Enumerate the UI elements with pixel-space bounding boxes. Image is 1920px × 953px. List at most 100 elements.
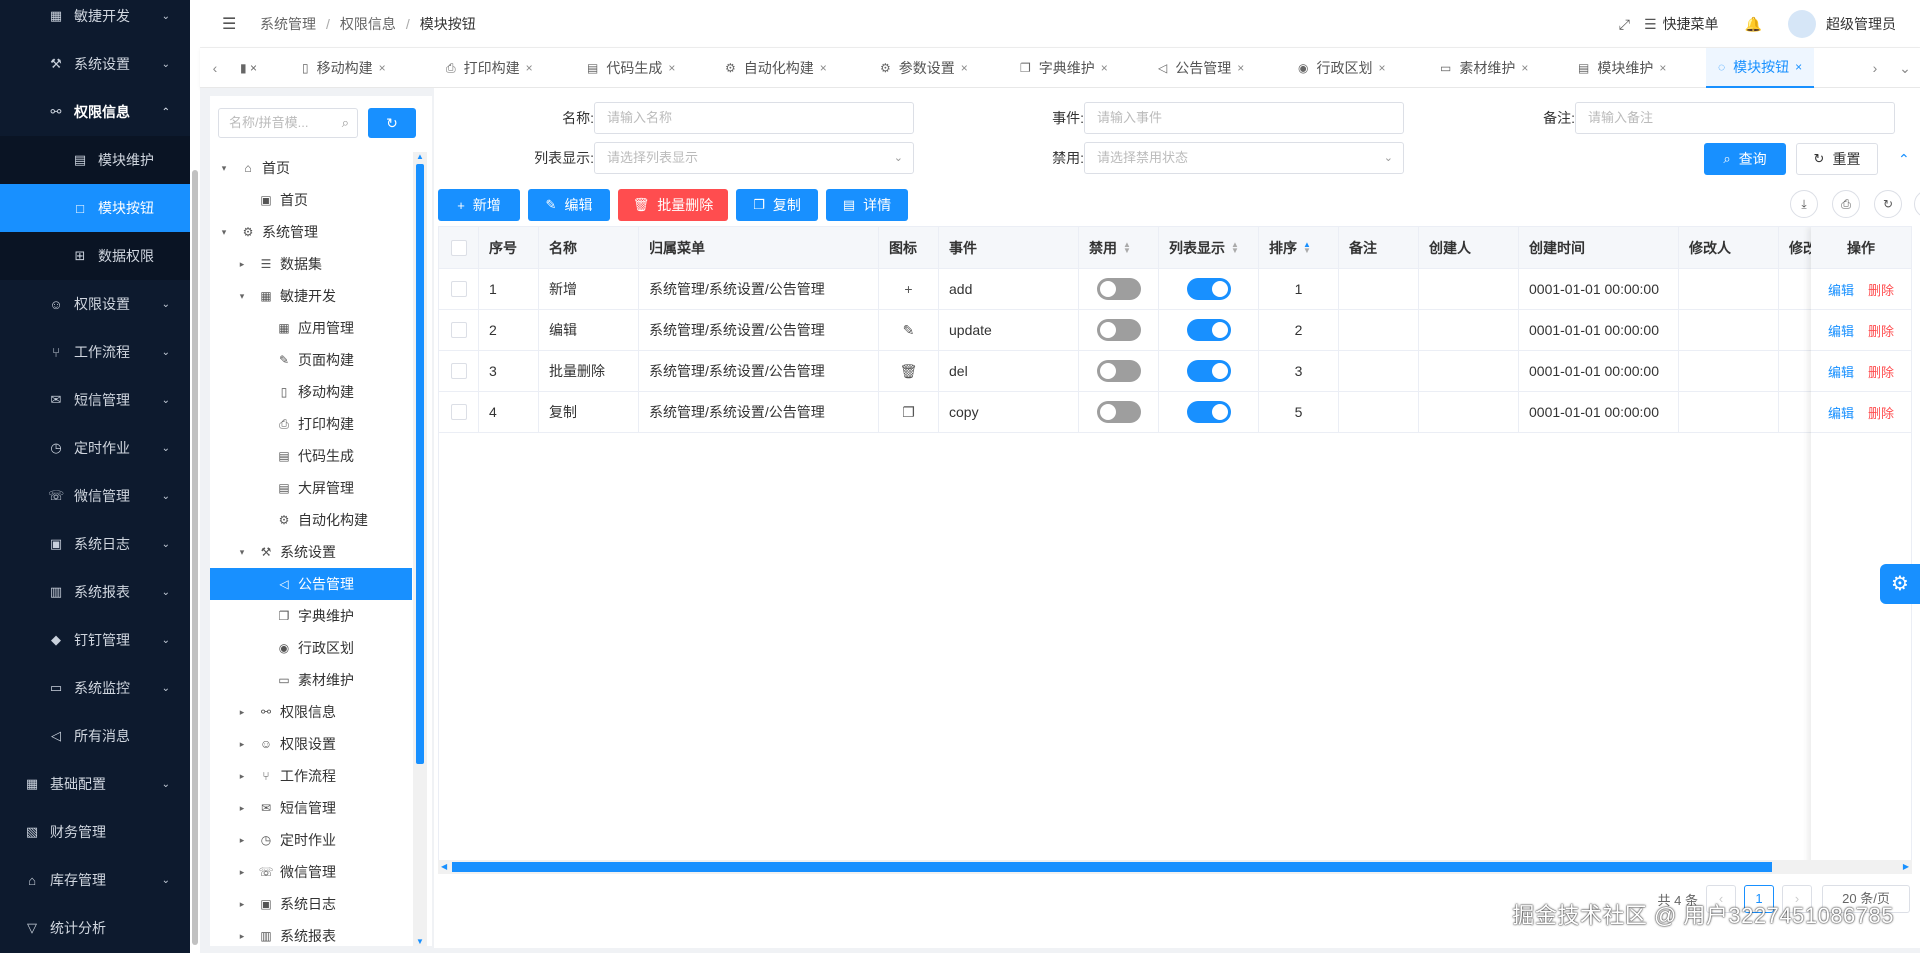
sidebar-item[interactable]: ◁ 所有消息 (0, 712, 190, 760)
menu-fold-icon[interactable]: ☰ (222, 14, 242, 34)
disable-switch[interactable] (1096, 360, 1141, 382)
sort-icon[interactable]: ▲ ▼ (1123, 240, 1131, 254)
tree-node[interactable]: ▾ ⚒ 系统设置 (210, 536, 412, 568)
sidebar-item[interactable]: ▧ 财务管理 (0, 808, 190, 856)
close-icon[interactable]: × (1659, 61, 1666, 75)
table-header-cell[interactable]: 创建时间 (1519, 227, 1679, 268)
sidebar-item[interactable]: ▤ 模块维护 (0, 136, 190, 184)
tab-item[interactable]: ⚙ 自动化构建 × (725, 48, 827, 88)
tab-item[interactable]: ▤ 代码生成 × (587, 48, 675, 88)
close-icon[interactable]: × (1378, 61, 1385, 75)
table-row[interactable]: 4 复制 系统管理/系统设置/公告管理 ❐ copy 5 0001-01-01 00:00:… (439, 392, 1911, 433)
tab-partial[interactable]: ▮ × (240, 48, 257, 88)
query-button[interactable]: ⌕ 查询 (1704, 143, 1786, 175)
sidebar-item[interactable]: □ 模块按钮 (0, 184, 190, 232)
listshow-select[interactable]: 请选择列表显示 ⌄ (594, 142, 914, 174)
tree-search-input[interactable]: 名称/拼音模... ⌕ (218, 108, 358, 138)
tree-node[interactable]: ▾ ⌂ 首页 (210, 152, 412, 184)
table-header-cell[interactable]: 归属菜单 (639, 227, 879, 268)
checkbox[interactable] (450, 281, 467, 297)
disable-select[interactable]: 请选择禁用状态 ⌄ (1084, 142, 1404, 174)
caret-icon[interactable]: ▸ (236, 259, 248, 270)
table-header-cell[interactable]: 备注 (1339, 227, 1419, 268)
table-header-cell[interactable]: 排序 ▲ ▼ (1259, 227, 1339, 268)
sidebar-item[interactable]: ⑂ 工作流程 ⌄ (0, 328, 190, 376)
tree-node[interactable]: ▸ ☺ 权限设置 (210, 728, 412, 760)
sidebar-item[interactable]: ▦ 敏捷开发 ⌄ (0, 0, 190, 40)
caret-icon[interactable]: ▾ (218, 227, 230, 238)
sidebar-item[interactable]: ◷ 定时作业 ⌄ (0, 424, 190, 472)
download-icon[interactable]: ⤓ (1790, 190, 1818, 218)
caret-icon[interactable]: ▸ (236, 899, 248, 910)
tab-item[interactable]: ❐ 字典维护 × (1020, 48, 1108, 88)
table-header-cell[interactable]: 创建人 (1419, 227, 1519, 268)
tree-node[interactable]: ▸ ▥ 系统报表 (210, 920, 412, 942)
tab-item[interactable]: ⎙ 打印构建 × (446, 48, 533, 88)
close-icon[interactable]: × (379, 61, 386, 75)
caret-icon[interactable]: ▸ (236, 707, 248, 718)
tab-item[interactable]: ▯ 移动构建 × (302, 48, 386, 88)
row-delete-link[interactable]: 删除 (1868, 362, 1894, 381)
caret-icon[interactable]: ▸ (236, 867, 248, 878)
tree-node[interactable]: ❐ 字典维护 (210, 600, 412, 632)
close-icon[interactable]: × (1101, 61, 1108, 75)
remark-input[interactable]: 请输入备注 (1575, 102, 1895, 134)
disable-switch[interactable] (1096, 319, 1141, 341)
table-header-cell[interactable]: 列表显示 ▲ ▼ (1159, 227, 1259, 268)
sidebar-item[interactable]: ◆ 钉钉管理 ⌄ (0, 616, 190, 664)
tree-node[interactable]: ▾ ⚙ 系统管理 (210, 216, 412, 248)
row-select[interactable] (439, 310, 479, 350)
tree-node[interactable]: ▸ ◷ 定时作业 (210, 824, 412, 856)
close-icon[interactable]: × (961, 61, 968, 75)
close-icon[interactable]: × (820, 61, 827, 75)
row-edit-link[interactable]: 编辑 (1828, 362, 1854, 381)
row-delete-link[interactable]: 删除 (1868, 280, 1894, 299)
breadcrumb-item[interactable]: 系统管理 (260, 14, 316, 34)
table-header-cell[interactable]: 序号 (479, 227, 539, 268)
tabs-dropdown-icon[interactable]: ⌄ (1890, 48, 1920, 88)
sidebar-item[interactable]: ⚯ 权限信息 ⌃ (0, 88, 190, 136)
table-header-cell[interactable]: 名称 (539, 227, 639, 268)
tree-node[interactable]: ▾ ▦ 敏捷开发 (210, 280, 412, 312)
checkbox[interactable] (450, 239, 467, 256)
tree-node[interactable]: ⎙ 打印构建 (210, 408, 412, 440)
table-header-cell[interactable]: 禁用 ▲ ▼ (1079, 227, 1159, 268)
tab-item[interactable]: ▤ 模块维护 × (1578, 48, 1666, 88)
breadcrumb-item[interactable]: 权限信息 (340, 14, 396, 34)
row-delete-link[interactable]: 删除 (1868, 403, 1894, 422)
quick-menu-button[interactable]: ☰ 快捷菜单 (1644, 14, 1719, 34)
close-icon[interactable]: × (668, 61, 675, 75)
tree-node[interactable]: ▸ ☰ 数据集 (210, 248, 412, 280)
caret-icon[interactable]: ▸ (236, 739, 248, 750)
printer-icon[interactable]: ⎙ (1832, 190, 1860, 218)
sidebar-item[interactable]: ▭ 系统监控 ⌄ (0, 664, 190, 712)
bell-icon[interactable]: 🔔 (1745, 16, 1762, 33)
tab-item[interactable]: ▭ 素材维护 × (1440, 48, 1528, 88)
tree-node[interactable]: ▤ 代码生成 (210, 440, 412, 472)
listshow-switch[interactable] (1186, 278, 1231, 300)
tree-node[interactable]: ▭ 素材维护 (210, 664, 412, 696)
row-select[interactable] (439, 392, 479, 432)
table-header-cell[interactable]: 事件 (939, 227, 1079, 268)
copy-button[interactable]: ❐ 复制 (736, 189, 818, 221)
table-header-cell[interactable]: 修改人 (1679, 227, 1779, 268)
settings-gear-icon[interactable]: ⚙ (1880, 564, 1920, 604)
checkbox[interactable] (450, 322, 467, 338)
tree-node[interactable]: ▸ ⑂ 工作流程 (210, 760, 412, 792)
checkbox[interactable] (450, 363, 467, 379)
close-icon[interactable]: × (1237, 61, 1244, 75)
caret-icon[interactable]: ▾ (236, 291, 248, 302)
tab-item[interactable]: ◉ 行政区划 × (1298, 48, 1386, 88)
tree-refresh-button[interactable]: ↻ (368, 108, 416, 138)
sidebar-item[interactable]: ▣ 系统日志 ⌄ (0, 520, 190, 568)
sidebar-item[interactable]: ☺ 权限设置 ⌄ (0, 280, 190, 328)
detail-button[interactable]: ▤ 详情 (826, 189, 908, 221)
avatar[interactable] (1788, 10, 1816, 38)
sidebar-item[interactable]: ✉ 短信管理 ⌄ (0, 376, 190, 424)
caret-icon[interactable]: ▾ (218, 163, 230, 174)
table-row[interactable]: 2 编辑 系统管理/系统设置/公告管理 ✎ update 2 0001-01-01 00:0… (439, 310, 1911, 351)
row-delete-link[interactable]: 删除 (1868, 321, 1894, 340)
caret-icon[interactable]: ▾ (236, 547, 248, 558)
table-row[interactable]: 3 批量删除 系统管理/系统设置/公告管理 🗑 del 3 0001-01-01 00:00… (439, 351, 1911, 392)
disable-switch[interactable] (1096, 401, 1141, 423)
